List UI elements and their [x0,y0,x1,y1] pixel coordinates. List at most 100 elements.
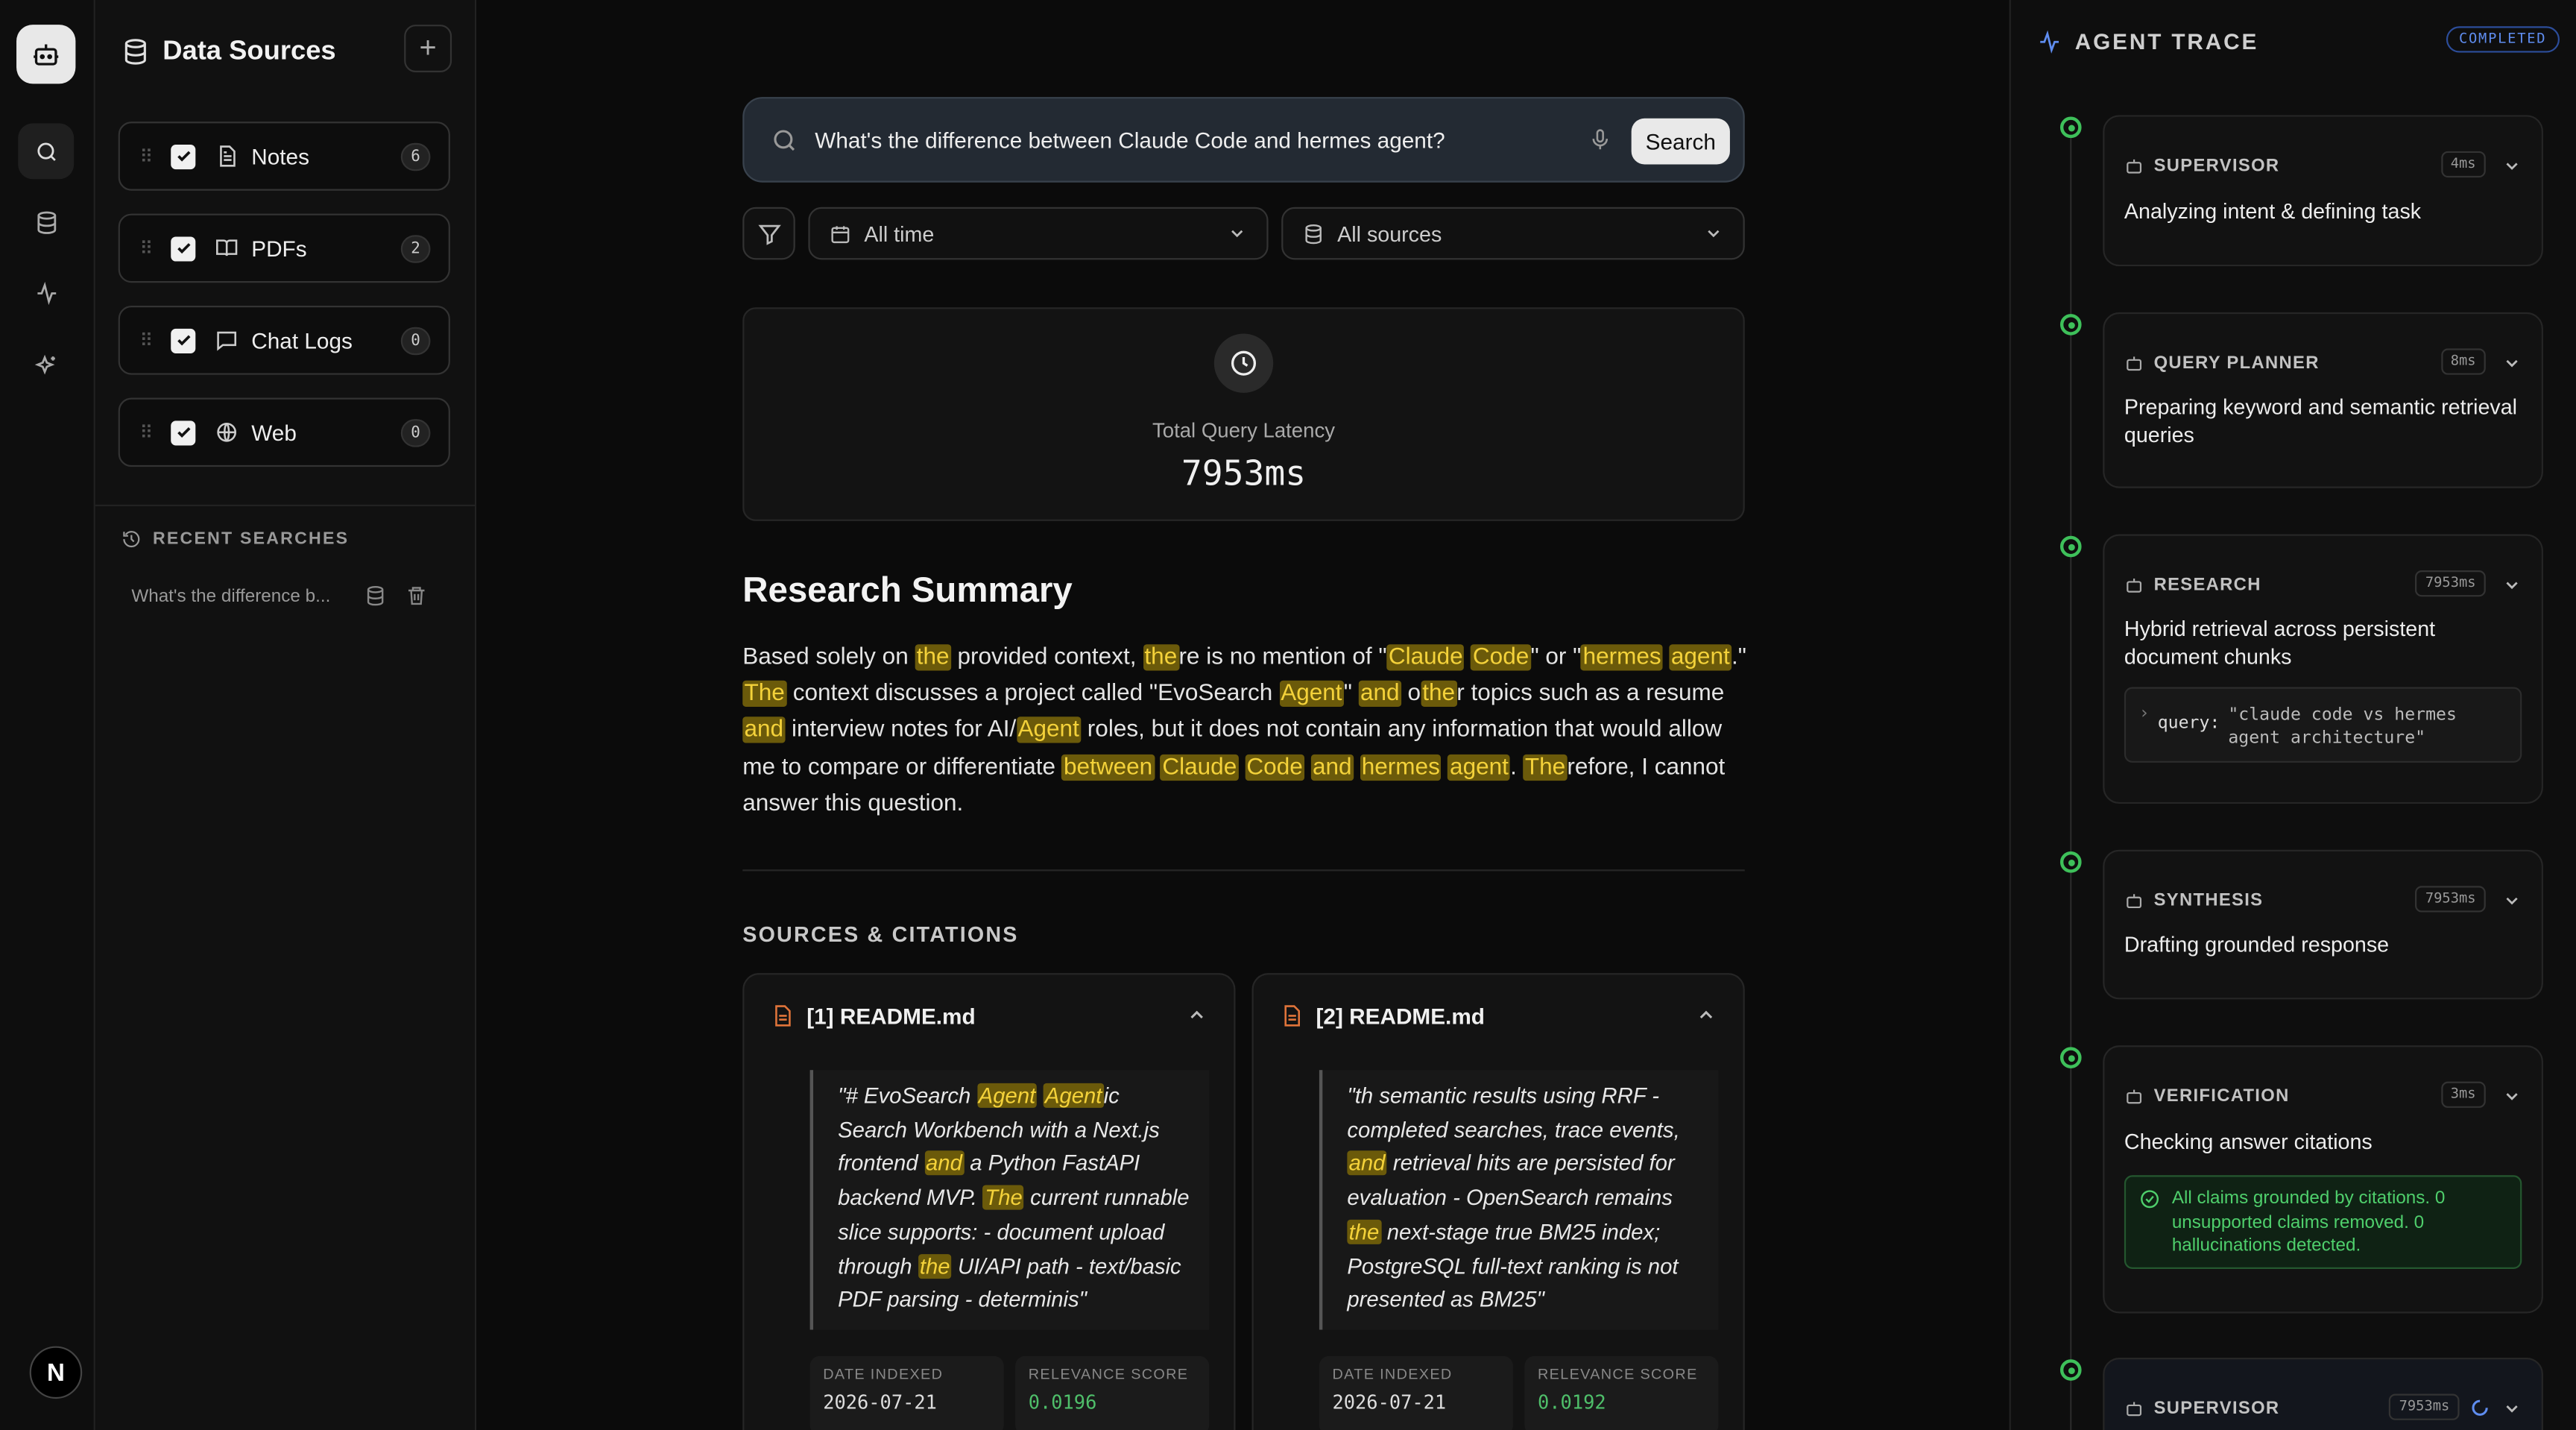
bot-icon [2127,1089,2142,1104]
agent-trace-header: AGENT TRACE COMPLETED [2037,26,2560,56]
source-label: Notes [251,143,309,168]
trace-step-header: SUPERVISOR 4ms [2124,151,2522,178]
filter-button[interactable] [742,207,795,260]
chevron-down-icon[interactable] [2502,156,2522,175]
time-filter-value: All time [864,221,935,246]
activity-icon [37,280,56,305]
trace-step[interactable]: SYNTHESIS 7953ms Drafting grounded respo… [2103,849,2543,1000]
history-icon [123,531,140,548]
status-badge: COMPLETED [2446,26,2560,53]
filter-icon [757,224,780,245]
chevron-down-icon[interactable] [2502,1086,2522,1106]
source-count-badge: 0 [400,419,431,447]
trace-step-header: SYNTHESIS 7953ms [2124,886,2522,913]
chevron-up-icon[interactable] [1186,1004,1208,1026]
source-item-pdfs[interactable]: ⠿ PDFs 2 [118,213,450,283]
source-item-notes[interactable]: ⠿ Notes 6 [118,122,450,191]
query-detail: › query: "claude code vs hermes agent ar… [2124,687,2522,763]
database-icon[interactable] [364,585,386,607]
citation-header[interactable]: [1] README.md [771,1001,1208,1031]
bot-icon [2127,1402,2142,1417]
chevron-right-icon: › [2138,703,2150,724]
chevron-down-icon[interactable] [2502,353,2522,373]
recent-searches-label: RECENT SEARCHES [152,529,350,549]
citation-header[interactable]: [2] README.md [1280,1001,1717,1031]
relevance-score-value: 0.0192 [1538,1390,1606,1414]
chevron-up-icon[interactable] [1696,1004,1717,1026]
divider [742,869,1745,872]
drag-handle-icon[interactable]: ⠿ [139,238,162,259]
chevron-down-icon[interactable] [2502,1399,2522,1418]
source-checkbox[interactable] [171,420,196,445]
globe-icon [215,419,242,445]
step-duration: 4ms [2440,151,2486,178]
step-status-dot [2059,116,2082,139]
trace-step[interactable]: RESEARCH 7953ms Hybrid retrieval across … [2103,534,2543,804]
source-item-web[interactable]: ⠿ Web 0 [118,397,450,467]
trace-step[interactable]: QUERY PLANNER 8ms Preparing keyword and … [2103,312,2543,488]
citation-card[interactable]: [1] README.md "# EvoSearch Agent Agent ic… [742,973,1236,1430]
step-duration: 7953ms [2415,570,2486,597]
source-filter-value: All sources [1337,221,1442,246]
nav-activity-button[interactable] [18,265,74,321]
bot-icon [2127,159,2142,174]
step-duration: 8ms [2440,348,2486,375]
user-avatar[interactable]: N [29,1346,83,1399]
search-button[interactable]: Search [1631,118,1730,165]
step-duration: 7953ms [2415,886,2486,913]
source-label: Chat Logs [251,327,353,353]
trace-step-header: VERIFICATION 3ms [2124,1081,2522,1108]
nav-search-button[interactable] [18,123,75,180]
source-checkbox[interactable] [171,143,196,168]
date-indexed-label: DATE INDEXED [1332,1366,1453,1383]
chevron-down-icon[interactable] [2502,576,2522,595]
source-checkbox[interactable] [171,327,196,353]
clock-icon [1213,333,1274,393]
time-filter-dropdown[interactable]: All time [808,207,1269,260]
source-filter-dropdown[interactable]: All sources [1281,207,1745,260]
step-duration: 7953ms [2389,1393,2460,1420]
drag-handle-icon[interactable]: ⠿ [139,421,162,443]
relevance-score-box: RELEVANCE SCORE 0.0192 [1524,1355,1719,1430]
latency-card: Total Query Latency 7953ms [742,307,1745,521]
citation-excerpt: "# EvoSearch Agent Agent ic Search Workbe… [809,1070,1210,1330]
nav-database-button[interactable] [18,194,74,250]
data-sources-panel: Data Sources + ⠿ Notes 6 ⠿ PDFs 2 ⠿ Chat… [95,0,477,1430]
citation-title: [1] README.md [806,1003,976,1028]
research-summary-title: Research Summary [742,570,1073,610]
chevron-down-icon[interactable] [2502,891,2522,910]
source-label: Web [251,420,297,445]
recent-search-text: What's the difference b... [131,585,331,606]
bot-icon [34,44,59,66]
search-input[interactable]: What's the difference between Claude Cod… [815,127,1445,152]
citation-card[interactable]: [2] README.md "th semantic results using… [1251,973,1745,1430]
spinner-icon [2472,1399,2488,1416]
source-count-badge: 2 [400,235,431,263]
add-source-button[interactable]: + [404,25,452,73]
app-logo[interactable] [16,25,76,84]
step-name: RESEARCH [2153,575,2261,596]
trash-icon[interactable] [405,585,427,607]
trace-step[interactable]: VERIFICATION 3ms Checking answer citatio… [2103,1045,2543,1314]
database-icon [124,38,146,64]
icon-rail: N [0,0,95,1430]
trace-step[interactable]: SUPERVISOR 4ms Analyzing intent & defini… [2103,115,2543,267]
recent-search-item[interactable]: What's the difference b... [131,585,443,607]
sources-heading: SOURCES & CITATIONS [742,922,1019,947]
query-key: query: [2157,713,2220,734]
message-icon [215,327,242,353]
search-bar[interactable]: What's the difference between Claude Cod… [742,97,1745,183]
drag-handle-icon[interactable]: ⠿ [139,145,162,166]
source-item-chat-logs[interactable]: ⠿ Chat Logs 0 [118,306,450,375]
check-icon [177,243,190,254]
divider [95,504,475,507]
nav-sparkles-button[interactable] [18,337,74,393]
verification-result: All claims grounded by citations. 0 unsu… [2124,1175,2522,1269]
drag-handle-icon[interactable]: ⠿ [139,330,162,350]
trace-step[interactable]: SUPERVISOR 7953ms [2103,1357,2543,1430]
book-icon [215,235,242,261]
date-indexed-value: 2026-07-21 [823,1390,937,1414]
source-checkbox[interactable] [171,236,196,261]
step-status-dot [2059,1359,2082,1381]
microphone-icon[interactable] [1588,128,1611,151]
